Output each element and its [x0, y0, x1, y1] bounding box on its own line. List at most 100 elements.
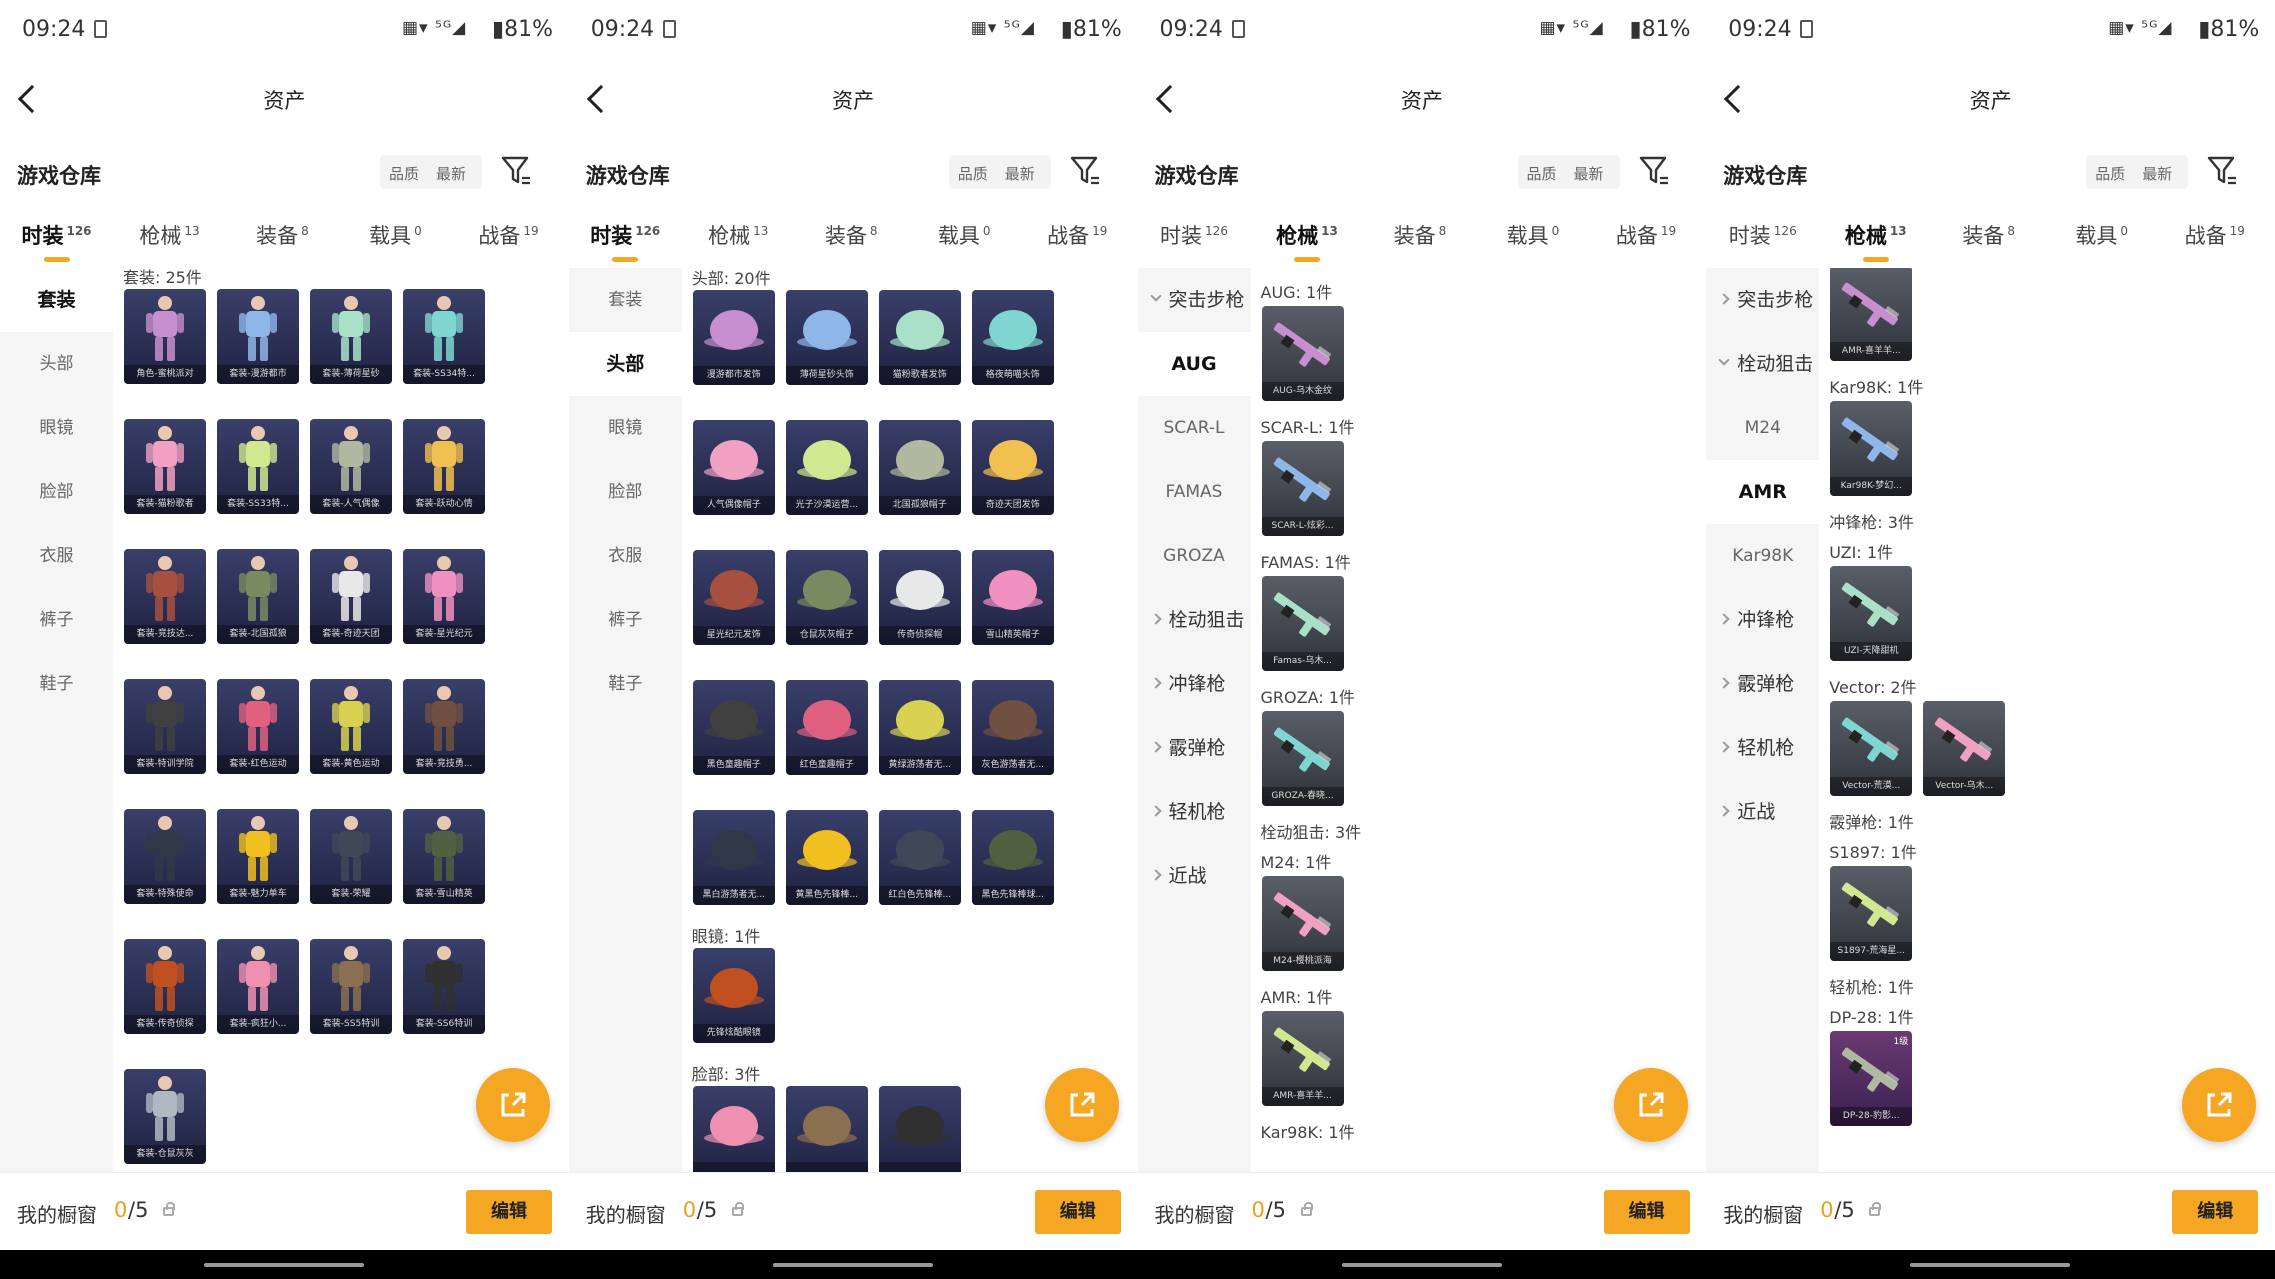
item-card[interactable]: 猫粉歌者发饰 [878, 290, 961, 385]
item-card[interactable]: 套装-仓鼠灰灰 [124, 1069, 206, 1164]
sidebar-item[interactable]: 近战 [1706, 780, 1819, 844]
item-card[interactable]: 黄黑色先锋棒... [785, 810, 868, 905]
item-card[interactable]: Vector-乌木... [1923, 701, 2006, 796]
item-card[interactable]: 仓鼠灰灰帽子 [785, 550, 868, 645]
tab-fashion[interactable]: 时装 126 [1706, 220, 1819, 250]
item-card[interactable]: 奇迹天团发饰 [971, 420, 1054, 515]
item-card[interactable]: 套装-SS6特训 [403, 939, 485, 1034]
tab-equipment[interactable]: 装备 8 [1364, 220, 1477, 250]
item-card[interactable]: 套装-魅力单车 [217, 809, 299, 904]
edit-button[interactable]: 编辑 [1034, 1190, 1121, 1234]
sidebar-item[interactable]: 头部 [568, 332, 682, 396]
sidebar-item[interactable]: 衣服 [569, 524, 682, 588]
item-card[interactable]: Vector-荒漠... [1830, 701, 1913, 796]
home-indicator[interactable] [1341, 1263, 1502, 1267]
item-card[interactable]: 红色童趣帽子 [785, 680, 868, 775]
sidebar-item[interactable]: 突击步枪 [1138, 268, 1251, 332]
item-card[interactable]: 套装-竞技达... [124, 549, 206, 644]
item-card[interactable]: AUG-乌木金纹 [1261, 306, 1344, 401]
item-card[interactable]: Famas-乌木... [1261, 576, 1344, 671]
sidebar-item[interactable]: AUG [1137, 332, 1251, 396]
sidebar-item[interactable]: 近战 [1138, 844, 1251, 908]
sidebar-item[interactable]: 套装 [0, 268, 113, 332]
sidebar-item[interactable]: M24 [1706, 396, 1819, 460]
item-card[interactable]: 黄绿游荡者无... [878, 680, 961, 775]
sidebar-item[interactable]: Kar98K [1706, 524, 1819, 588]
sidebar-item[interactable]: FAMAS [1138, 460, 1251, 524]
sidebar-item[interactable]: 冲锋枪 [1706, 588, 1819, 652]
tab-firearms[interactable]: 枪械 13 [113, 220, 226, 250]
item-card[interactable]: 套装-北国孤狼 [217, 549, 299, 644]
item-card[interactable]: 套装-传奇侦探 [124, 939, 206, 1034]
item-card[interactable]: 套装-跃动心情 [403, 419, 485, 514]
sidebar-item[interactable]: 脸部 [0, 460, 113, 524]
item-card[interactable]: 黑白游荡者无... [692, 810, 775, 905]
sidebar-item[interactable]: 裤子 [569, 588, 682, 652]
sidebar-item[interactable]: 栓动狙击 [1138, 588, 1251, 652]
tab-firearms[interactable]: 枪械 13 [682, 220, 795, 250]
item-card[interactable]: 套装-红色运动 [217, 679, 299, 774]
sort-latest-button[interactable]: 最新 [1005, 163, 1035, 184]
sidebar-item[interactable]: SCAR-L [1138, 396, 1251, 460]
item-card[interactable]: AMR-喜羊羊... [1830, 268, 1913, 361]
item-card[interactable]: M24-樱桃派海 [1261, 876, 1344, 971]
item-card[interactable]: 套装-薄荷星砂 [310, 289, 392, 384]
item-card[interactable]: 雪山精英帽子 [971, 550, 1054, 645]
item-card[interactable]: 套装-猫粉歌者 [124, 419, 206, 514]
item-card[interactable]: S1897-荒海星... [1830, 866, 1913, 961]
item-card[interactable]: 套装-SS5特训 [310, 939, 392, 1034]
item-card[interactable]: 黑色童趣帽子 [692, 680, 775, 775]
sidebar-item[interactable]: 霰弹枪 [1138, 716, 1251, 780]
item-card[interactable]: Kar98K-梦幻... [1830, 401, 1913, 496]
home-indicator[interactable] [1910, 1263, 2071, 1267]
sidebar-item[interactable]: 裤子 [0, 588, 113, 652]
item-card[interactable] [692, 1086, 775, 1172]
sidebar-item[interactable]: 轻机枪 [1706, 716, 1819, 780]
sidebar-item[interactable]: 眼镜 [569, 396, 682, 460]
sidebar-item[interactable]: 突击步枪 [1706, 268, 1819, 332]
edit-button[interactable]: 编辑 [2172, 1190, 2259, 1234]
tab-supplies[interactable]: 战备 19 [452, 220, 565, 250]
tab-supplies[interactable]: 战备 19 [2158, 220, 2271, 250]
tab-supplies[interactable]: 战备 19 [1590, 220, 1703, 250]
sidebar-item[interactable]: 栓动狙击 [1706, 332, 1819, 396]
sort-quality-button[interactable]: 品质 [1527, 163, 1557, 184]
item-card[interactable]: 套装-特殊使命 [124, 809, 206, 904]
item-card[interactable]: 套装-人气偶像 [310, 419, 392, 514]
sidebar-item[interactable]: GROZA [1138, 524, 1251, 588]
item-card[interactable]: 先锋炫酷眼镜 [692, 948, 775, 1043]
sidebar-item[interactable]: AMR [1706, 460, 1820, 524]
item-card[interactable]: 套装-雪山精英 [403, 809, 485, 904]
item-card[interactable]: 黑色先锋棒球... [971, 810, 1054, 905]
edit-button[interactable]: 编辑 [1603, 1190, 1690, 1234]
share-button[interactable] [476, 1068, 550, 1142]
sidebar-item[interactable]: 衣服 [0, 524, 113, 588]
item-card[interactable]: 传奇侦探帽 [878, 550, 961, 645]
item-card[interactable] [785, 1086, 868, 1172]
share-button[interactable] [1044, 1068, 1119, 1142]
sort-quality-button[interactable]: 品质 [2095, 163, 2125, 184]
item-card[interactable]: 人气偶像帽子 [692, 420, 775, 515]
item-card[interactable]: 格夜萌喵头饰 [971, 290, 1054, 385]
filter-icon[interactable] [2206, 152, 2238, 188]
tab-equipment[interactable]: 装备 8 [1932, 220, 2045, 250]
sidebar-item[interactable]: 鞋子 [569, 652, 682, 716]
tab-vehicles[interactable]: 载具 0 [2045, 220, 2158, 250]
item-card[interactable]: 套装-漫游都市 [217, 289, 299, 384]
sidebar-item[interactable]: 脸部 [569, 460, 682, 524]
item-card[interactable]: 角色-蜜桃派对 [124, 289, 206, 384]
tab-vehicles[interactable]: 载具 0 [339, 220, 452, 250]
tab-equipment[interactable]: 装备 8 [226, 220, 339, 250]
sort-quality-button[interactable]: 品质 [389, 163, 419, 184]
tab-firearms[interactable]: 枪械 13 [1251, 220, 1364, 262]
sort-quality-button[interactable]: 品质 [958, 163, 988, 184]
tab-equipment[interactable]: 装备 8 [795, 220, 908, 250]
item-card[interactable]: 灰色游荡者无... [971, 680, 1054, 775]
home-indicator[interactable] [772, 1263, 933, 1267]
filter-icon[interactable] [1638, 152, 1670, 188]
item-card[interactable]: 北国孤狼帽子 [878, 420, 961, 515]
sidebar-item[interactable]: 鞋子 [0, 652, 113, 716]
item-card[interactable]: UZI-天降甜机 [1830, 566, 1913, 661]
tab-vehicles[interactable]: 载具 0 [908, 220, 1021, 250]
sidebar-item[interactable]: 轻机枪 [1138, 780, 1251, 844]
